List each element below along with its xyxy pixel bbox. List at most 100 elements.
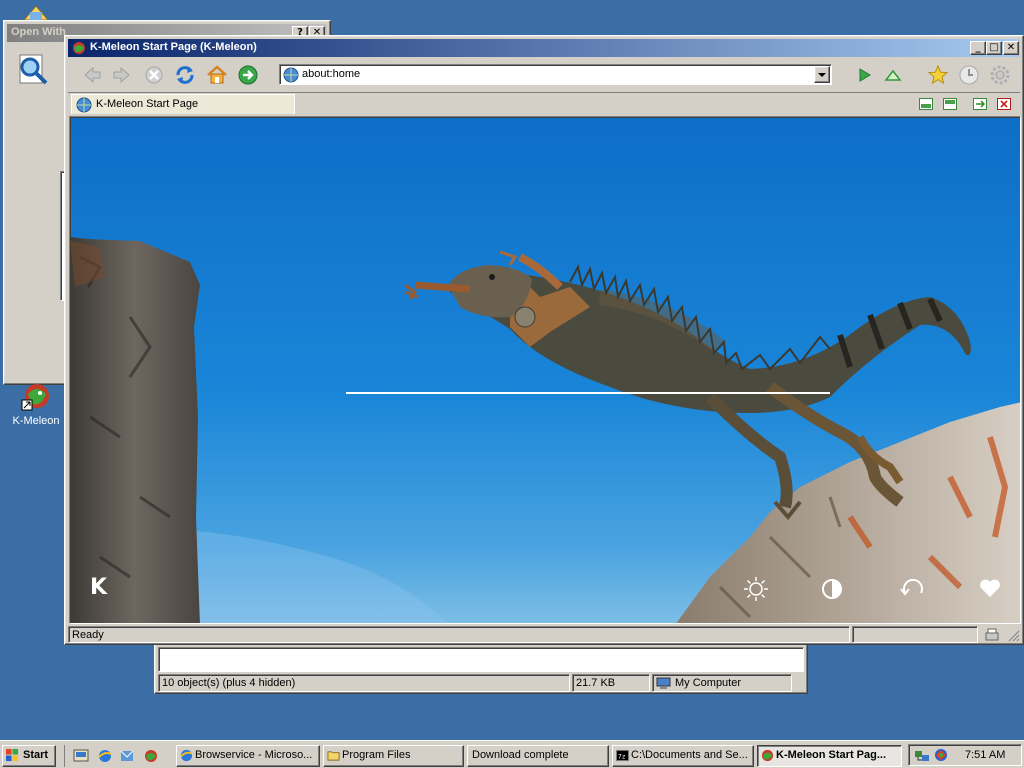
status-objects: 10 object(s) (plus 4 hidden) <box>158 674 570 692</box>
history-button[interactable] <box>957 63 981 87</box>
page-content: K <box>69 116 1021 624</box>
minimize-button[interactable]: _ <box>970 41 986 55</box>
chevron-down-icon <box>818 73 826 77</box>
kmeleon-icon <box>761 749 774 762</box>
security-tray-icon[interactable] <box>933 747 949 763</box>
desktop-icon-label: K-Meleon <box>12 415 60 427</box>
clock-icon <box>959 65 979 85</box>
gear-icon <box>990 65 1010 85</box>
taskbar: Start Browservice - Microso... Program F… <box>0 740 1024 768</box>
resize-grip-icon[interactable] <box>1008 630 1020 642</box>
window-title: K-Meleon Start Page (K-Meleon) <box>90 41 257 53</box>
explorer-content <box>158 647 804 672</box>
tab-group-icon[interactable] <box>943 98 957 110</box>
network-tray-icon[interactable] <box>914 747 930 763</box>
status-zone-text: My Computer <box>675 677 742 689</box>
settings-button[interactable] <box>988 63 1012 87</box>
tab-tools <box>919 96 1015 112</box>
status-objects-text: 10 object(s) (plus 4 hidden) <box>162 677 296 689</box>
status-size: 21.7 KB <box>572 674 650 692</box>
star-icon <box>927 64 949 85</box>
forward-button[interactable] <box>110 63 134 87</box>
reload-button[interactable] <box>173 63 197 87</box>
status-size-text: 21.7 KB <box>576 677 616 689</box>
task-label: Browservice - Microso... <box>195 749 313 761</box>
close-tab-icon[interactable] <box>997 98 1011 110</box>
task-download-complete[interactable]: Download complete <box>467 745 609 767</box>
kmeleon-icon <box>73 42 85 54</box>
contrast-button[interactable] <box>820 577 844 604</box>
play-icon <box>859 68 871 82</box>
console-icon: 7z <box>616 749 629 762</box>
clock[interactable]: 7:51 AM <box>965 749 1005 761</box>
task-label: C:\Documents and Se... <box>631 749 748 761</box>
forward-arrow-icon <box>113 66 130 84</box>
play-button[interactable] <box>852 63 876 87</box>
kmeleon-launch-icon[interactable] <box>143 748 159 764</box>
tab-list-icon[interactable] <box>919 98 933 110</box>
kmeleon-icon <box>21 384 49 411</box>
browser-window: K-Meleon Start Page (K-Meleon) _ □ ✕ abo… <box>64 35 1024 645</box>
page-globe-icon <box>76 97 92 113</box>
status-text: Ready <box>72 629 104 641</box>
kmeleon-logo[interactable]: K <box>90 575 107 600</box>
globe-icon <box>238 65 258 85</box>
brightness-button[interactable] <box>742 575 770 606</box>
page-globe-icon <box>283 67 299 83</box>
back-arrow-icon <box>84 66 101 84</box>
go-button[interactable] <box>236 63 260 87</box>
folder-icon <box>327 751 340 761</box>
task-command-prompt[interactable]: 7z C:\Documents and Se... <box>612 745 754 767</box>
show-desktop-icon[interactable] <box>73 748 89 764</box>
browser-statusbar: Ready <box>68 626 1020 643</box>
heart-icon <box>980 579 1000 597</box>
address-text: about:home <box>302 68 361 80</box>
ie-window-icon <box>180 749 193 762</box>
bookmarks-button[interactable] <box>926 63 950 87</box>
progress-panel <box>852 626 978 643</box>
task-program-files[interactable]: Program Files <box>323 745 464 767</box>
close-button[interactable]: ✕ <box>1003 41 1019 55</box>
system-tray: 7:51 AM <box>908 744 1022 766</box>
home-icon <box>207 65 227 84</box>
windows-logo-icon <box>6 749 19 762</box>
logo-letter: K <box>90 575 108 600</box>
browser-titlebar: K-Meleon Start Page (K-Meleon) <box>68 39 1020 57</box>
task-kmeleon-start-page[interactable]: K-Meleon Start Pag... <box>757 745 902 767</box>
task-label: Download complete <box>472 749 569 761</box>
quick-launch <box>64 745 164 767</box>
address-bar[interactable]: about:home <box>279 64 832 85</box>
maximize-button[interactable]: □ <box>986 41 1002 55</box>
background-photo <box>70 237 1020 623</box>
back-button[interactable] <box>80 63 104 87</box>
undo-button[interactable] <box>900 577 926 604</box>
printer-icon[interactable] <box>984 628 1000 642</box>
undo-arrow-icon <box>900 578 923 596</box>
reload-icon <box>176 66 194 84</box>
task-label: Program Files <box>342 749 411 761</box>
address-dropdown-button[interactable] <box>814 66 830 83</box>
stop-icon <box>145 66 163 84</box>
new-tab-icon[interactable] <box>973 98 987 110</box>
up-triangle-icon <box>884 69 902 81</box>
favorite-button[interactable] <box>978 577 1002 602</box>
desktop-icon-kmeleon[interactable]: K-Meleon <box>6 382 66 427</box>
internet-explorer-icon[interactable] <box>97 748 113 764</box>
up-button[interactable] <box>881 63 905 87</box>
status-zone: My Computer <box>652 674 792 692</box>
stop-button[interactable] <box>142 63 166 87</box>
start-label: Start <box>23 749 49 761</box>
start-button[interactable]: Start <box>2 745 56 767</box>
contrast-icon <box>822 579 842 599</box>
desktop-icon-top[interactable] <box>22 2 50 21</box>
outlook-express-icon[interactable] <box>119 748 135 764</box>
computer-icon <box>656 677 671 689</box>
home-button[interactable] <box>205 63 229 87</box>
magnifier-icon <box>16 53 50 90</box>
security-panel <box>980 626 1006 643</box>
task-browservice[interactable]: Browservice - Microso... <box>176 745 320 767</box>
tab-kmeleon-start-page[interactable]: K-Meleon Start Page <box>71 94 295 114</box>
svg-text:7z: 7z <box>618 752 626 760</box>
dialog-title: Open With <box>11 26 66 38</box>
status-text-panel: Ready <box>68 626 850 643</box>
